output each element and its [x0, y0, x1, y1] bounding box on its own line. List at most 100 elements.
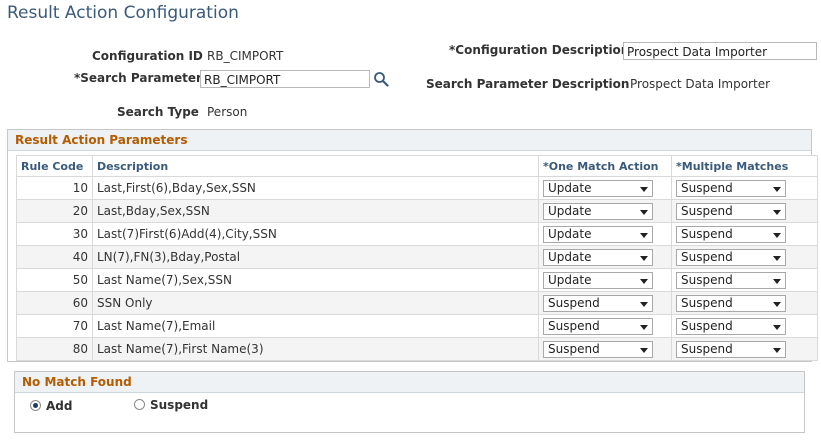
table-row: 60 SSN Only Suspend Suspend	[16, 291, 818, 315]
suspend-radio[interactable]	[134, 399, 145, 410]
multiple-matches-select[interactable]: Suspend	[676, 179, 786, 197]
rule-code-cell: 70	[16, 314, 93, 338]
multiple-matches-select[interactable]: Suspend	[676, 294, 786, 312]
one-match-action-select[interactable]: Suspend	[543, 294, 653, 312]
add-radio-label[interactable]: Add	[46, 399, 72, 413]
rule-code-cell: 60	[16, 291, 93, 315]
search-param-label: *Search Parameter	[74, 71, 202, 85]
table-row: 70 Last Name(7),Email Suspend Suspend	[16, 314, 818, 338]
multiple-matches-select[interactable]: Suspend	[676, 317, 786, 335]
one-match-action-cell: Update	[538, 199, 672, 223]
search-type-value: Person	[207, 105, 248, 119]
one-match-action-cell: Suspend	[538, 337, 672, 361]
one-match-action-select[interactable]: Update	[543, 225, 653, 243]
one-match-action-value: Update	[548, 249, 592, 264]
multiple-matches-value: Suspend	[681, 249, 733, 264]
no-match-section: No Match Found	[14, 371, 805, 433]
rule-code-cell: 40	[16, 245, 93, 269]
one-match-action-value: Suspend	[548, 295, 600, 310]
one-match-action-select[interactable]: Suspend	[543, 317, 653, 335]
search-type-label: Search Type	[117, 105, 199, 119]
one-match-action-value: Suspend	[548, 318, 600, 333]
dropdown-arrow-icon	[640, 255, 648, 261]
multiple-matches-cell: Suspend	[671, 337, 818, 361]
one-match-action-cell: Suspend	[538, 291, 672, 315]
description-cell: Last,First(6),Bday,Sex,SSN	[92, 176, 539, 200]
multiple-matches-select[interactable]: Suspend	[676, 225, 786, 243]
one-match-action-value: Update	[548, 203, 592, 218]
col-one-match-action: *One Match Action	[538, 155, 672, 177]
config-desc-field[interactable]: Prospect Data Importer	[623, 42, 817, 60]
table-row: 50 Last Name(7),Sex,SSN Update Suspend	[16, 268, 818, 292]
one-match-action-cell: Update	[538, 245, 672, 269]
search-param-field[interactable]: RB_CIMPORT	[200, 70, 370, 88]
one-match-action-value: Update	[548, 180, 592, 195]
multiple-matches-cell: Suspend	[671, 314, 818, 338]
one-match-action-value: Update	[548, 272, 592, 287]
search-param-desc-label: Search Parameter Description	[426, 77, 630, 91]
dropdown-arrow-icon	[640, 278, 648, 284]
multiple-matches-select[interactable]: Suspend	[676, 271, 786, 289]
add-radio[interactable]	[30, 400, 41, 411]
dropdown-arrow-icon	[640, 301, 648, 307]
dropdown-arrow-icon	[640, 324, 648, 330]
dropdown-arrow-icon	[640, 232, 648, 238]
one-match-action-cell: Update	[538, 222, 672, 246]
multiple-matches-cell: Suspend	[671, 245, 818, 269]
description-cell: Last,Bday,Sex,SSN	[92, 199, 539, 223]
one-match-action-select[interactable]: Update	[543, 179, 653, 197]
description-cell: SSN Only	[92, 291, 539, 315]
description-cell: LN(7),FN(3),Bday,Postal	[92, 245, 539, 269]
multiple-matches-value: Suspend	[681, 203, 733, 218]
dropdown-arrow-icon	[640, 209, 648, 215]
no-match-section-title: No Match Found	[15, 372, 804, 393]
rule-code-cell: 30	[16, 222, 93, 246]
dropdown-arrow-icon	[773, 186, 781, 192]
multiple-matches-value: Suspend	[681, 180, 733, 195]
multiple-matches-select[interactable]: Suspend	[676, 248, 786, 266]
dropdown-arrow-icon	[640, 186, 648, 192]
config-id-value: RB_CIMPORT	[207, 49, 284, 63]
result-action-section-title: Result Action Parameters	[8, 130, 811, 151]
one-match-action-select[interactable]: Update	[543, 248, 653, 266]
multiple-matches-value: Suspend	[681, 295, 733, 310]
dropdown-arrow-icon	[773, 232, 781, 238]
dropdown-arrow-icon	[773, 347, 781, 353]
multiple-matches-value: Suspend	[681, 341, 733, 356]
one-match-action-select[interactable]: Update	[543, 202, 653, 220]
page-title: Result Action Configuration	[7, 3, 239, 23]
rule-code-cell: 50	[16, 268, 93, 292]
rule-code-cell: 20	[16, 199, 93, 223]
multiple-matches-select[interactable]: Suspend	[676, 340, 786, 358]
multiple-matches-value: Suspend	[681, 318, 733, 333]
suspend-radio-label[interactable]: Suspend	[150, 398, 208, 412]
description-cell: Last Name(7),Email	[92, 314, 539, 338]
result-action-grid: Rule Code Description *One Match Action …	[16, 155, 818, 361]
magnifier-icon[interactable]	[373, 71, 389, 87]
dropdown-arrow-icon	[773, 301, 781, 307]
table-row: 20 Last,Bday,Sex,SSN Update Suspend	[16, 199, 818, 223]
multiple-matches-value: Suspend	[681, 272, 733, 287]
search-param-desc-value: Prospect Data Importer	[630, 77, 771, 91]
one-match-action-cell: Update	[538, 176, 672, 200]
dropdown-arrow-icon	[773, 278, 781, 284]
dropdown-arrow-icon	[640, 347, 648, 353]
multiple-matches-cell: Suspend	[671, 268, 818, 292]
table-row: 30 Last(7)First(6)Add(4),City,SSN Update Su…	[16, 222, 818, 246]
col-rule-code: Rule Code	[16, 155, 93, 177]
config-id-label: Configuration ID	[92, 49, 203, 63]
one-match-action-select[interactable]: Update	[543, 271, 653, 289]
multiple-matches-cell: Suspend	[671, 222, 818, 246]
rule-code-cell: 10	[16, 176, 93, 200]
one-match-action-cell: Suspend	[538, 314, 672, 338]
result-action-section: Result Action Parameters Rule Code Descr…	[7, 129, 818, 362]
description-cell: Last Name(7),First Name(3)	[92, 337, 539, 361]
one-match-action-value: Suspend	[548, 341, 600, 356]
dropdown-arrow-icon	[773, 209, 781, 215]
dropdown-arrow-icon	[773, 255, 781, 261]
col-description: Description	[92, 155, 539, 177]
rule-code-cell: 80	[16, 337, 93, 361]
multiple-matches-select[interactable]: Suspend	[676, 202, 786, 220]
table-row: 10 Last,First(6),Bday,Sex,SSN Update Suspen…	[16, 176, 818, 200]
one-match-action-select[interactable]: Suspend	[543, 340, 653, 358]
